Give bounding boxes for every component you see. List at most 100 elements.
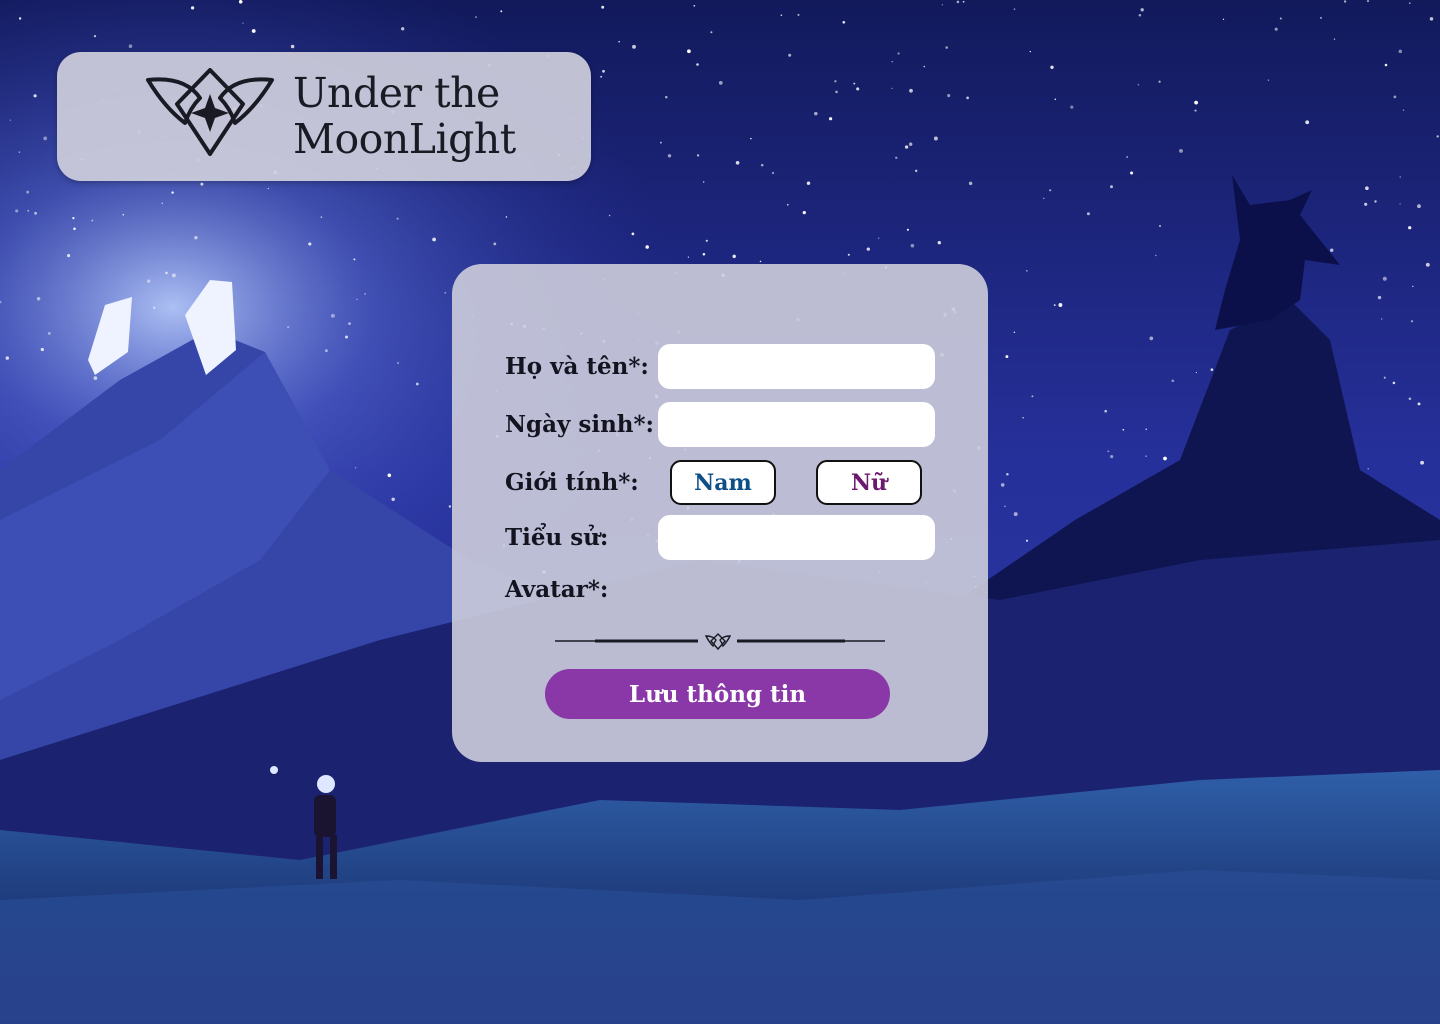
- star: [1054, 98, 1057, 101]
- star: [923, 65, 926, 68]
- star: [330, 313, 335, 318]
- star: [1410, 320, 1414, 323]
- star: [1126, 156, 1128, 158]
- star: [1031, 395, 1034, 398]
- star: [842, 20, 846, 24]
- star: [1145, 428, 1147, 431]
- star: [645, 245, 649, 249]
- bio-input[interactable]: [658, 515, 935, 560]
- star: [1436, 135, 1439, 138]
- star: [866, 247, 870, 251]
- star: [67, 254, 71, 258]
- star: [500, 10, 503, 13]
- star: [1022, 417, 1024, 419]
- star: [760, 163, 764, 167]
- star: [750, 137, 752, 140]
- bio-label: Tiểu sử:: [505, 524, 609, 551]
- star: [814, 111, 818, 116]
- star: [1377, 295, 1382, 300]
- star: [1398, 49, 1403, 54]
- star: [1140, 8, 1144, 12]
- star: [396, 217, 399, 220]
- star: [36, 297, 41, 301]
- star: [914, 169, 918, 173]
- star: [1420, 460, 1424, 465]
- star: [40, 347, 44, 352]
- star: [200, 182, 204, 186]
- star: [290, 44, 295, 49]
- star: [397, 362, 399, 364]
- star: [631, 232, 635, 236]
- star: [1343, 0, 1347, 3]
- star: [267, 187, 269, 190]
- star: [966, 96, 969, 100]
- star: [1013, 512, 1018, 517]
- star: [475, 16, 477, 18]
- star: [1399, 203, 1401, 205]
- star: [1110, 455, 1114, 459]
- star: [348, 322, 351, 325]
- star: [1279, 17, 1282, 20]
- star: [1329, 248, 1334, 252]
- star: [705, 239, 708, 242]
- star: [1138, 13, 1142, 17]
- star: [1025, 539, 1029, 542]
- gender-female-button[interactable]: Nữ: [816, 460, 922, 505]
- star: [432, 237, 436, 242]
- star: [415, 382, 419, 386]
- star: [91, 219, 94, 222]
- star: [1195, 371, 1198, 374]
- brand-title-line-1: Under the: [293, 69, 500, 117]
- star: [33, 94, 37, 98]
- star: [968, 181, 973, 186]
- star: [320, 216, 323, 218]
- star: [659, 141, 662, 144]
- star: [618, 40, 620, 43]
- star: [895, 156, 898, 160]
- birthdate-label: Ngày sinh*:: [505, 411, 655, 438]
- star: [797, 13, 800, 16]
- star: [26, 190, 30, 194]
- star: [1104, 409, 1107, 413]
- star: [937, 241, 941, 245]
- star: [933, 136, 938, 141]
- star: [1274, 27, 1278, 31]
- star: [601, 5, 605, 9]
- star: [147, 279, 151, 283]
- star: [780, 14, 783, 17]
- fullname-label: Họ và tên*:: [505, 353, 649, 380]
- star: [1425, 262, 1430, 267]
- save-info-button[interactable]: Lưu thông tin: [545, 669, 890, 719]
- star: [945, 46, 948, 49]
- star: [43, 136, 48, 141]
- star: [1086, 212, 1090, 216]
- star: [667, 154, 672, 158]
- star: [242, 22, 244, 24]
- star: [829, 117, 833, 121]
- star: [1006, 472, 1009, 476]
- star: [834, 80, 837, 83]
- fullname-input[interactable]: [658, 344, 935, 389]
- star: [1409, 2, 1411, 4]
- emblem-divider-icon: [555, 633, 885, 651]
- star: [1364, 202, 1368, 206]
- birthdate-input[interactable]: [658, 402, 935, 447]
- star: [1053, 304, 1056, 307]
- star: [1267, 79, 1270, 81]
- star: [941, 4, 944, 6]
- star: [47, 331, 51, 335]
- star: [847, 253, 850, 256]
- star: [93, 34, 97, 38]
- star: [702, 252, 706, 256]
- star: [1163, 456, 1167, 461]
- star: [1392, 381, 1396, 385]
- star: [788, 53, 792, 57]
- gender-male-button[interactable]: Nam: [670, 460, 776, 505]
- star: [710, 31, 713, 34]
- star: [34, 211, 38, 215]
- star: [505, 216, 508, 218]
- star: [1159, 225, 1161, 227]
- star: [877, 237, 880, 239]
- star: [802, 210, 806, 215]
- star: [786, 203, 789, 206]
